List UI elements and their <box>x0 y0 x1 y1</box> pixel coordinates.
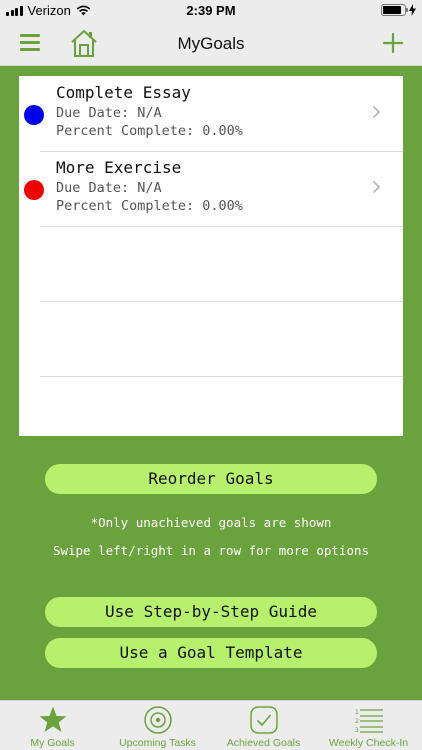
swipe-hint: Swipe left/right in a row for more optio… <box>52 543 370 558</box>
tab-my-goals[interactable]: My Goals <box>0 701 105 750</box>
svg-text:2: 2 <box>355 718 359 725</box>
checkmark-icon <box>249 706 278 734</box>
status-time: 2:39 PM <box>186 3 236 18</box>
goal-title: More Exercise <box>56 158 182 177</box>
target-icon <box>143 706 172 734</box>
row-divider <box>40 376 403 377</box>
numbered-list-icon: 1 2 3 <box>355 709 383 734</box>
tab-upcoming-tasks[interactable]: Upcoming Tasks <box>105 701 210 750</box>
step-by-step-guide-button[interactable]: Use Step-by-Step Guide <box>45 597 377 627</box>
goal-color-dot <box>24 105 44 125</box>
goal-list[interactable]: Complete Essay Due Date: N/A Percent Com… <box>19 76 403 436</box>
status-right <box>381 4 416 16</box>
plus-icon[interactable] <box>382 32 404 54</box>
charging-bolt-icon <box>409 4 416 16</box>
tab-label: Achieved Goals <box>226 737 301 749</box>
goal-title: Complete Essay <box>56 83 191 102</box>
tab-achieved-goals[interactable]: Achieved Goals <box>211 701 316 750</box>
tab-label: My Goals <box>30 737 75 749</box>
goal-due-date: Due Date: N/A <box>56 180 162 196</box>
chevron-right-icon <box>372 105 381 119</box>
goal-due-date: Due Date: N/A <box>56 105 162 121</box>
svg-text:1: 1 <box>355 709 359 716</box>
goal-row-more-exercise[interactable]: More Exercise Due Date: N/A Percent Comp… <box>19 152 403 227</box>
goal-color-dot <box>24 180 44 200</box>
navigation-bar: MyGoals <box>0 22 422 66</box>
page-title: MyGoals <box>177 34 245 53</box>
goal-row-complete-essay[interactable]: Complete Essay Due Date: N/A Percent Com… <box>19 76 403 151</box>
reorder-goals-button[interactable]: Reorder Goals <box>45 464 377 494</box>
row-divider <box>40 226 403 227</box>
tab-label: Upcoming Tasks <box>119 737 196 749</box>
svg-text:3: 3 <box>355 727 359 734</box>
tab-label: Weekly Check-In <box>328 737 409 749</box>
star-icon <box>39 706 66 732</box>
tab-bar: My Goals Upcoming Tasks Achieved Goals 1… <box>0 700 422 750</box>
goal-percent-complete: Percent Complete: 0.00% <box>56 198 243 214</box>
battery-icon <box>381 4 408 16</box>
tab-weekly-check-in[interactable]: 1 2 3 Weekly Check-In <box>316 701 421 750</box>
goal-percent-complete: Percent Complete: 0.00% <box>56 123 243 139</box>
chevron-right-icon <box>372 180 381 194</box>
status-bar: Verizon 2:39 PM <box>0 0 422 22</box>
goal-template-button[interactable]: Use a Goal Template <box>45 638 377 668</box>
unachieved-note: *Only unachieved goals are shown <box>90 515 332 530</box>
row-divider <box>40 301 403 302</box>
